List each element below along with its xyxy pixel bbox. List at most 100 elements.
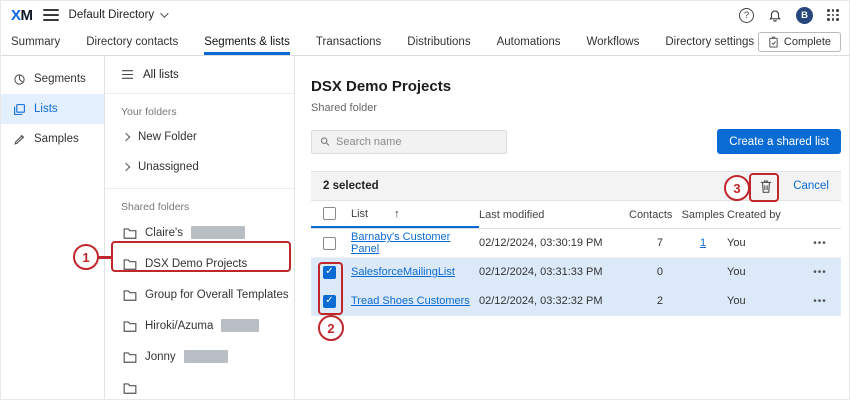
cell-last-modified: 02/12/2024, 03:30:19 PM xyxy=(479,237,629,249)
folder-icon xyxy=(123,351,137,363)
row-checkbox[interactable]: ✓ xyxy=(323,295,336,308)
column-header-samples[interactable]: Samples xyxy=(679,209,727,221)
samples-link[interactable]: 1 xyxy=(700,237,706,249)
row-menu-button[interactable]: ••• xyxy=(799,238,841,249)
cell-last-modified: 02/12/2024, 03:31:33 PM xyxy=(479,266,629,278)
your-folders-header: Your folders xyxy=(105,94,294,122)
chevron-right-icon xyxy=(122,133,130,141)
tab-summary[interactable]: Summary xyxy=(11,29,60,55)
folder-item-unassigned[interactable]: Unassigned xyxy=(105,152,294,182)
tab-directory-settings[interactable]: Directory settings xyxy=(665,29,754,55)
list-name-link[interactable]: Barnaby's Customer Panel xyxy=(351,231,450,255)
folder-item-group-for-overall-templates[interactable]: Group for Overall Templates xyxy=(105,279,294,310)
folder-item-dsx-demo-projects[interactable]: DSX Demo Projects xyxy=(105,248,294,279)
folder-item-claires[interactable]: Claire's xyxy=(105,217,294,248)
sidebar-item-label: Samples xyxy=(34,133,79,145)
avatar[interactable]: B xyxy=(796,7,813,24)
cell-contacts: 7 xyxy=(629,237,679,249)
row-checkbox[interactable]: ✓ xyxy=(323,266,336,279)
tab-distributions[interactable]: Distributions xyxy=(407,29,470,55)
table-row: ✓ SalesforceMailingList 02/12/2024, 03:3… xyxy=(311,258,841,287)
samples-icon xyxy=(13,133,26,146)
sidebar-item-segments[interactable]: Segments xyxy=(1,64,104,94)
lists-icon xyxy=(13,103,26,116)
tab-segments-and-lists[interactable]: Segments & lists xyxy=(204,29,290,55)
question-icon: ? xyxy=(744,10,749,21)
help-button[interactable]: ? xyxy=(739,8,754,23)
folder-icon xyxy=(123,320,137,332)
xm-logo[interactable]: XM xyxy=(11,7,33,24)
cell-created-by: You xyxy=(727,237,799,249)
list-name-link[interactable]: Tread Shoes Customers xyxy=(351,295,470,307)
directory-selector[interactable]: Default Directory xyxy=(69,9,167,21)
complete-button-label: Complete xyxy=(784,36,831,48)
chevron-down-icon xyxy=(160,9,168,17)
row-checkbox[interactable] xyxy=(323,237,336,250)
sidebar-item-lists[interactable]: Lists xyxy=(1,94,104,124)
topbar-actions: ? B xyxy=(739,7,839,24)
list-name-link[interactable]: SalesforceMailingList xyxy=(351,266,455,278)
folder-item-jonny[interactable]: Jonny xyxy=(105,341,294,372)
create-shared-list-button[interactable]: Create a shared list xyxy=(717,129,841,154)
select-all-checkbox[interactable] xyxy=(323,207,336,220)
search-icon xyxy=(320,136,330,147)
cell-created-by: You xyxy=(727,295,799,307)
bell-icon xyxy=(768,8,782,22)
table-row: Barnaby's Customer Panel 02/12/2024, 03:… xyxy=(311,229,841,258)
sidebar-item-label: Segments xyxy=(34,73,86,85)
search-input[interactable] xyxy=(336,136,498,148)
page-title: DSX Demo Projects xyxy=(311,78,841,95)
shared-folders-header: Shared folders xyxy=(105,189,294,217)
folders-panel: All lists Your folders New Folder Unassi… xyxy=(105,56,295,400)
complete-button[interactable]: Complete xyxy=(758,32,841,52)
column-header-created-by[interactable]: Created by xyxy=(727,209,799,221)
redacted-text xyxy=(221,319,259,332)
left-sidebar: Segments Lists Samples xyxy=(1,56,105,400)
column-header-last-modified[interactable]: Last modified xyxy=(479,209,629,221)
table-header: List ↑ Last modified Contacts Samples Cr… xyxy=(311,201,841,229)
search-box xyxy=(311,130,507,154)
topbar: XM Default Directory ? B xyxy=(1,1,849,29)
tab-workflows[interactable]: Workflows xyxy=(587,29,640,55)
column-header-list[interactable]: List ↑ xyxy=(351,201,479,228)
main-content: DSX Demo Projects Shared folder Create a… xyxy=(295,56,849,400)
folder-icon xyxy=(123,382,137,394)
table-body: Barnaby's Customer Panel 02/12/2024, 03:… xyxy=(311,229,841,316)
tab-directory-contacts[interactable]: Directory contacts xyxy=(86,29,178,55)
cell-created-by: You xyxy=(727,266,799,278)
selection-bar: 2 selected Cancel xyxy=(311,171,841,201)
sidebar-item-samples[interactable]: Samples xyxy=(1,124,104,154)
page-subtitle: Shared folder xyxy=(311,102,841,114)
folder-item-new-folder[interactable]: New Folder xyxy=(105,122,294,152)
row-menu-button[interactable]: ••• xyxy=(799,296,841,307)
all-lists-item[interactable]: All lists xyxy=(105,56,294,94)
selection-count: 2 selected xyxy=(323,180,379,192)
clipboard-icon xyxy=(768,36,779,48)
apps-grid-icon[interactable] xyxy=(827,9,839,21)
column-header-contacts[interactable]: Contacts xyxy=(629,209,679,221)
cancel-button[interactable]: Cancel xyxy=(793,180,829,192)
chevron-right-icon xyxy=(122,163,130,171)
all-lists-label: All lists xyxy=(143,69,179,81)
directory-selector-label: Default Directory xyxy=(69,9,155,21)
cell-last-modified: 02/12/2024, 03:32:32 PM xyxy=(479,295,629,307)
folder-icon xyxy=(123,289,137,301)
sort-asc-icon: ↑ xyxy=(394,208,400,220)
cell-contacts: 0 xyxy=(629,266,679,278)
tab-automations[interactable]: Automations xyxy=(497,29,561,55)
folder-item-hiroki-azuma[interactable]: Hiroki/Azuma xyxy=(105,310,294,341)
folder-item-unnamed[interactable] xyxy=(105,372,294,400)
table-row: ✓ Tread Shoes Customers 02/12/2024, 03:3… xyxy=(311,287,841,316)
tab-transactions[interactable]: Transactions xyxy=(316,29,381,55)
row-menu-button[interactable]: ••• xyxy=(799,267,841,278)
notifications-button[interactable] xyxy=(768,8,782,22)
hamburger-menu-icon[interactable] xyxy=(43,7,59,23)
folder-icon xyxy=(123,227,137,239)
delete-button[interactable] xyxy=(753,173,779,199)
trash-icon xyxy=(759,179,773,194)
main-nav: Summary Directory contacts Segments & li… xyxy=(1,29,849,56)
list-icon xyxy=(121,69,134,80)
folder-icon xyxy=(123,258,137,270)
segments-icon xyxy=(13,73,26,86)
redacted-text xyxy=(191,226,245,239)
